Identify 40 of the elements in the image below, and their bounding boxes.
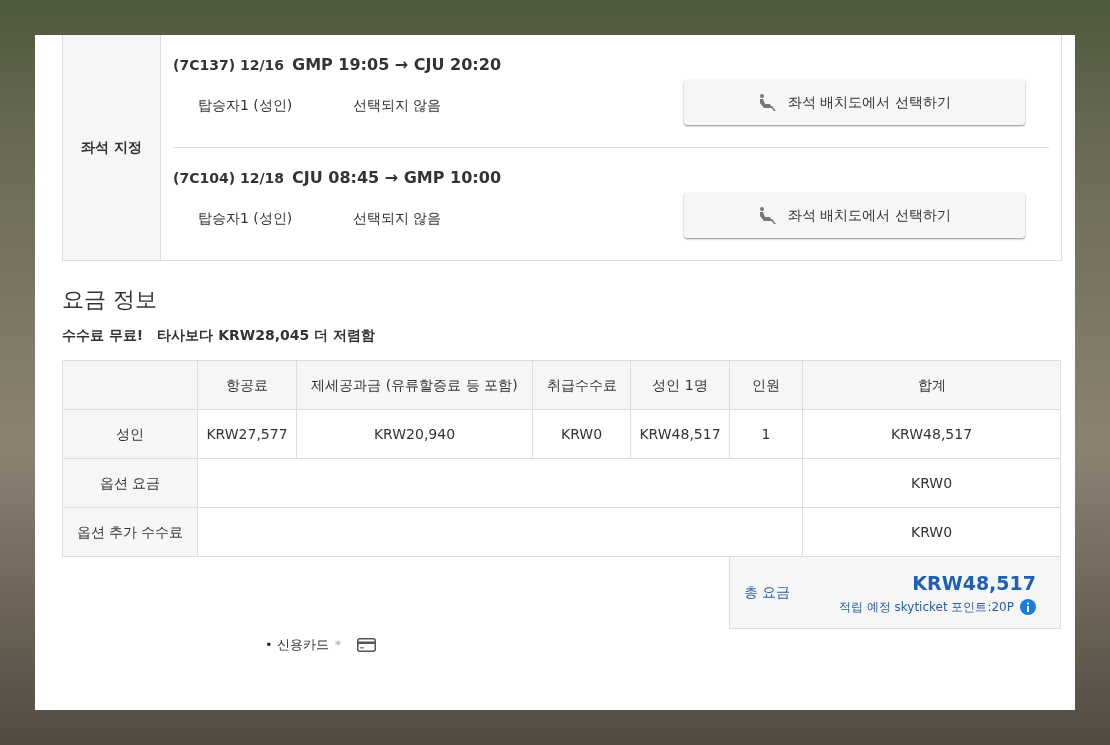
column-header: 인원	[729, 360, 803, 410]
seat-status: 선택되지 않음	[353, 96, 443, 115]
row-label: 옵션 요금	[62, 458, 198, 508]
seat-map-button[interactable]: 좌석 배치도에서 선택하기	[684, 80, 1025, 125]
table-cell: KRW48,517	[630, 409, 730, 459]
seat-status: 선택되지 않음	[353, 209, 443, 228]
column-header: 취급수수료	[532, 360, 631, 410]
table-cell: KRW0	[802, 458, 1061, 508]
flight-route: CJU 08:45 → GMP 10:00	[292, 167, 501, 189]
flight-code-date: (7C104) 12/18	[173, 169, 284, 188]
credit-card-icon	[357, 637, 377, 652]
flight-code-date: (7C137) 12/16	[173, 56, 284, 75]
info-icon[interactable]	[1020, 598, 1036, 615]
passenger-name: 탑승자1 (성인)	[198, 96, 294, 115]
table-cell: KRW0	[802, 507, 1061, 557]
column-header: 성인 1명	[630, 360, 730, 410]
passenger-name: 탑승자1 (성인)	[198, 209, 294, 228]
table-cell: KRW48,517	[802, 409, 1061, 459]
required-mark: *	[334, 635, 342, 654]
section-heading: 요금 정보	[62, 287, 158, 314]
column-header: 합계	[802, 360, 1061, 410]
table-cell: 1	[729, 409, 803, 459]
row-label: 성인	[62, 409, 198, 459]
row-label: 옵션 추가 수수료	[62, 507, 198, 557]
seat-icon	[758, 93, 779, 112]
fare-note: 타사보다 KRW28,045 더 저렴함	[157, 326, 375, 346]
payment-option: • 신용카드	[265, 634, 329, 655]
fare-note: 수수료 무료!	[62, 326, 144, 346]
table-cell: KRW20,940	[296, 409, 533, 459]
section-label: 좌석 지정	[63, 35, 161, 260]
seat-map-button[interactable]: 좌석 배치도에서 선택하기	[684, 193, 1025, 238]
seat-icon	[758, 206, 779, 225]
column-header: 제세공과금 (유류할증료 등 포함)	[296, 360, 533, 410]
table-cell: KRW27,577	[197, 409, 297, 459]
column-header: 항공료	[197, 360, 297, 410]
total-amount: KRW48,517	[911, 571, 1036, 597]
total-label: 총 요금	[744, 583, 791, 603]
points-text: 적립 예정 skyticket 포인트:20P	[838, 598, 1014, 616]
flight-route: GMP 19:05 → CJU 20:20	[292, 54, 501, 76]
table-cell: KRW0	[532, 409, 631, 459]
